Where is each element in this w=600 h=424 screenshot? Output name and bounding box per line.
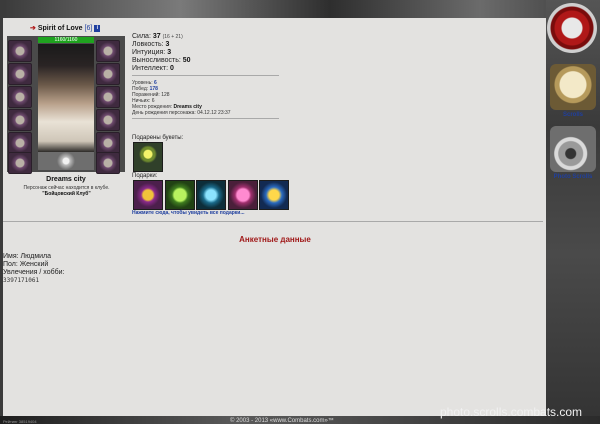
top-frame [0, 0, 600, 18]
character-name: Spirit of Love [37, 25, 83, 32]
profile-label: Пол: [3, 261, 18, 268]
profile-label: Имя: [3, 253, 19, 260]
gift-flower-icon[interactable] [228, 180, 258, 210]
rating-counter: Рейтинг 38519404 [3, 419, 37, 424]
stat-row: Ловкость: 3 [132, 41, 191, 49]
stat-row: Сила: 37 (16 + 21) [132, 33, 191, 41]
nav-item-scrolls[interactable]: Scrolls [546, 64, 600, 118]
slot-gloves[interactable] [96, 40, 120, 62]
profile-block: Имя: Людмила Пол: Женский Увлечения / хо… [3, 253, 65, 285]
bouquets-label: Подарены букеты: [132, 135, 184, 141]
slot-shield[interactable] [96, 86, 120, 108]
arrow-icon: ➔ [30, 25, 36, 32]
info-icon[interactable]: i [94, 24, 101, 32]
scroll-icon [550, 64, 596, 110]
slot-rings[interactable] [96, 63, 120, 85]
stat-label: Сила: [132, 33, 151, 40]
gift-bell-icon[interactable] [259, 180, 289, 210]
location-club: "Бойцовский Клуб" [42, 191, 91, 197]
section-divider [3, 221, 543, 222]
slot-amulet[interactable] [8, 86, 32, 108]
stat-label: Интеллект: [132, 65, 169, 72]
divider [132, 118, 279, 119]
stats-block: Сила: 37 (16 + 21) Ловкость: 3 Интуиция:… [132, 33, 191, 73]
profile-hobbies: 3397171061 [3, 277, 40, 284]
meta-birthday: 04.12.12 23:37 [197, 110, 231, 116]
stat-row: Интуиция: 3 [132, 49, 191, 57]
slot-leggings[interactable] [96, 132, 120, 154]
section-title: Анкетные данные [239, 235, 311, 244]
belt-slot-bar [38, 152, 94, 170]
character-meta: Уровень: 6 Побед: 178 Поражений: 128 Нич… [132, 80, 231, 116]
bouquet-icon[interactable] [133, 142, 163, 172]
slot-belt[interactable] [8, 152, 32, 174]
stat-value: 37 [152, 33, 161, 40]
site-logo-icon[interactable] [547, 3, 597, 53]
character-name-line: ➔ Spirit of Love [6] i [30, 24, 101, 32]
stat-label: Ловкость: [132, 41, 164, 48]
divider [132, 75, 279, 76]
stat-label: Выносливость: [132, 57, 181, 64]
profile-gender: Женский [19, 261, 49, 268]
profile-label: Увлечения / хобби: [3, 269, 65, 276]
stat-row: Интеллект: 0 [132, 65, 191, 73]
nav-item-photo-scrolls[interactable]: Photo Scrolls [546, 126, 600, 180]
character-city: Dreams city [46, 176, 86, 183]
hp-bar: 1160/1160 [38, 37, 94, 43]
character-portrait [38, 44, 94, 152]
stat-value: 3 [167, 49, 172, 56]
camera-icon [550, 126, 596, 172]
stat-extra: (16 + 21) [162, 34, 183, 40]
watermark: photo.scrolls.combats.com [440, 405, 583, 419]
stat-value: 0 [170, 65, 174, 72]
character-level: [6] [84, 25, 93, 32]
gift-tree-icon[interactable] [196, 180, 226, 210]
stat-value: 3 [165, 41, 170, 48]
gift-crown-icon[interactable] [133, 180, 163, 210]
meta-losses: 128 [161, 92, 170, 98]
stat-label: Интуиция: [132, 49, 166, 56]
slot-weapon[interactable] [8, 109, 32, 131]
profile-name: Людмила [20, 253, 52, 260]
slot-helmet[interactable] [8, 40, 32, 62]
slot-earrings[interactable] [8, 63, 32, 85]
stat-value: 50 [182, 57, 191, 64]
nav-label-photo-scrolls: Photo Scrolls [553, 174, 593, 180]
footer-copyright: © 2003 - 2013 «www.Combats.com»™ [230, 418, 334, 424]
gifts-label: Подарки: [132, 173, 158, 179]
slot-armor[interactable] [8, 132, 32, 154]
all-gifts-link[interactable]: Нажмите сюда, чтобы увидеть все подарки.… [132, 210, 245, 216]
slot-bracers[interactable] [96, 109, 120, 131]
stat-row: Выносливость: 50 [132, 57, 191, 65]
meta-label: День рождения персонажа: [132, 110, 196, 116]
gift-apple-icon[interactable] [165, 180, 195, 210]
slot-boots[interactable] [96, 152, 120, 174]
nav-label-scrolls: Scrolls [562, 112, 583, 118]
